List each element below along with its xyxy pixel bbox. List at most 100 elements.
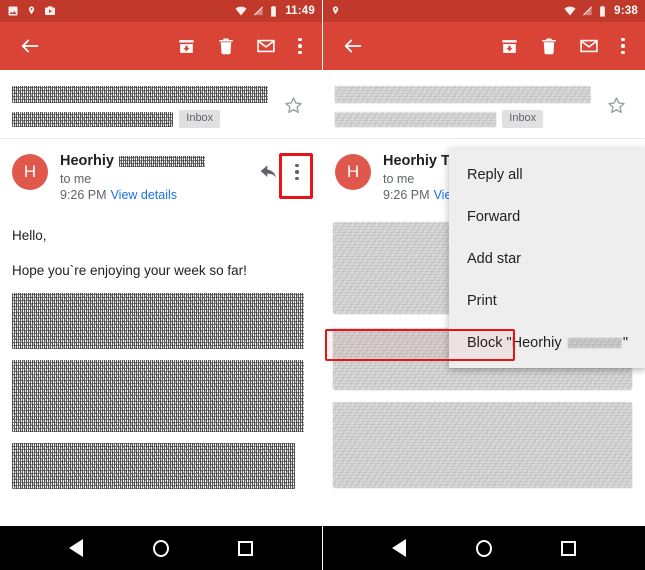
status-system-icons: 11:49 bbox=[234, 5, 315, 18]
location-pin-icon bbox=[28, 6, 35, 15]
right-phone-screen: 9:38 Inbox H Heorhiy To to me 9:26 PM Vi… bbox=[322, 0, 645, 570]
redacted-paragraph bbox=[333, 402, 632, 489]
star-outline-icon bbox=[284, 96, 302, 113]
dot bbox=[298, 50, 302, 55]
avatar[interactable]: H bbox=[12, 154, 48, 191]
dot bbox=[298, 44, 302, 48]
star-outline-icon bbox=[607, 96, 625, 113]
reply-arrow-icon bbox=[260, 165, 277, 179]
signal-off-icon bbox=[583, 6, 593, 16]
toolbar-overflow-button[interactable] bbox=[286, 24, 314, 68]
recents-square-icon bbox=[561, 540, 577, 556]
toolbar-overflow-button[interactable] bbox=[609, 24, 637, 68]
left-app-toolbar bbox=[0, 22, 322, 70]
status-notification-icons bbox=[7, 5, 56, 17]
star-button[interactable] bbox=[599, 88, 633, 122]
right-status-bar: 9:38 bbox=[323, 0, 645, 22]
status-clock: 9:38 bbox=[614, 5, 638, 17]
archive-button[interactable] bbox=[489, 24, 529, 68]
right-app-toolbar bbox=[323, 22, 645, 70]
overflow-menu-icon bbox=[295, 163, 299, 181]
left-status-bar: 11:49 bbox=[0, 0, 322, 22]
message-overflow-button[interactable] bbox=[284, 155, 310, 189]
avatar-initial: H bbox=[23, 162, 37, 182]
dual-screenshot-container: 11:49 Inbox H Heorhiy to me 9:26 PM View… bbox=[0, 0, 645, 570]
menu-item-block[interactable]: Block "Heorhiy " bbox=[449, 322, 645, 364]
subject-row: Inbox bbox=[323, 70, 645, 138]
back-triangle-icon bbox=[392, 539, 407, 557]
nav-home-button[interactable] bbox=[141, 528, 181, 568]
mark-unread-icon bbox=[257, 39, 275, 53]
arrow-back-icon bbox=[344, 39, 362, 53]
delete-button[interactable] bbox=[206, 24, 246, 68]
nav-back-button[interactable] bbox=[56, 528, 96, 568]
nav-recents-button[interactable] bbox=[226, 528, 266, 568]
sender-name-line: Heorhiy bbox=[60, 153, 254, 169]
view-details-link[interactable]: View details bbox=[111, 188, 177, 202]
subject-row: Inbox bbox=[0, 70, 322, 138]
subject-redacted-line-2 bbox=[12, 111, 174, 127]
menu-item-print[interactable]: Print bbox=[449, 280, 645, 322]
message-overflow-menu: Reply all Forward Add star Print Block "… bbox=[449, 148, 645, 368]
subject-text-column: Inbox bbox=[335, 86, 599, 129]
label-chip-inbox[interactable]: Inbox bbox=[502, 110, 544, 129]
body-redacted-block-2 bbox=[12, 360, 310, 433]
reply-button[interactable] bbox=[254, 155, 284, 189]
body-sentence: Hope you`re enjoying your week so far! bbox=[12, 263, 247, 279]
back-button[interactable] bbox=[331, 24, 375, 68]
mark-unread-button[interactable] bbox=[569, 24, 609, 68]
delete-button[interactable] bbox=[529, 24, 569, 68]
blocked-sender-redacted bbox=[567, 338, 622, 348]
avatar[interactable]: H bbox=[335, 154, 371, 191]
message-body: Hello, Hope you`re enjoying your week so… bbox=[0, 212, 322, 507]
nav-recents-button[interactable] bbox=[549, 528, 589, 568]
sender-info: Heorhiy to me 9:26 PM View details bbox=[48, 153, 254, 202]
nav-home-button[interactable] bbox=[464, 528, 504, 568]
image-icon bbox=[8, 6, 18, 16]
dot bbox=[295, 176, 299, 181]
menu-item-add-star[interactable]: Add star bbox=[449, 238, 645, 280]
message-meta-line: 9:26 PM View details bbox=[60, 188, 254, 202]
back-button[interactable] bbox=[8, 24, 52, 68]
menu-item-forward[interactable]: Forward bbox=[449, 196, 645, 238]
location-pin-icon bbox=[332, 6, 339, 15]
dot bbox=[621, 37, 625, 42]
body-redacted-block-3 bbox=[12, 443, 310, 507]
dot bbox=[295, 170, 299, 174]
subject-line2-wrap: Inbox bbox=[12, 110, 268, 129]
star-button[interactable] bbox=[276, 88, 310, 122]
avatar-initial: H bbox=[346, 162, 360, 182]
recipients-label[interactable]: to me bbox=[60, 172, 254, 186]
menu-item-block-label: Block "Heorhiy bbox=[467, 335, 562, 351]
sender-row: H Heorhiy to me 9:26 PM View details bbox=[0, 139, 322, 212]
sender-name: Heorhiy To bbox=[383, 153, 458, 170]
archive-button[interactable] bbox=[166, 24, 206, 68]
redacted-paragraph bbox=[12, 360, 305, 433]
arrow-back-icon bbox=[21, 39, 39, 53]
media-camera-icon bbox=[45, 6, 55, 15]
recents-square-icon bbox=[238, 540, 254, 556]
label-chip-inbox[interactable]: Inbox bbox=[179, 110, 221, 129]
delete-icon bbox=[219, 38, 233, 55]
dot bbox=[295, 163, 299, 168]
dot bbox=[298, 37, 302, 42]
menu-item-block-quote: " bbox=[622, 335, 628, 351]
message-time: 9:26 PM bbox=[383, 188, 430, 203]
sender-email-redacted bbox=[119, 155, 205, 167]
subject-redacted-line-2 bbox=[335, 111, 497, 127]
body-redacted-block-1 bbox=[12, 293, 310, 350]
delete-icon bbox=[542, 38, 556, 55]
mark-unread-icon bbox=[580, 39, 598, 53]
redacted-paragraph bbox=[12, 443, 296, 490]
subject-redacted-line-1 bbox=[12, 86, 268, 103]
subject-redacted-line-1 bbox=[335, 86, 591, 103]
menu-item-reply-all[interactable]: Reply all bbox=[449, 154, 645, 196]
body-greeting: Hello, bbox=[12, 228, 47, 244]
overflow-menu-icon bbox=[621, 37, 625, 55]
overflow-menu-icon bbox=[298, 37, 302, 55]
home-circle-icon bbox=[475, 539, 492, 557]
sender-name: Heorhiy bbox=[60, 153, 114, 170]
nav-back-button[interactable] bbox=[379, 528, 419, 568]
left-system-navbar bbox=[0, 526, 322, 570]
mark-unread-button[interactable] bbox=[246, 24, 286, 68]
